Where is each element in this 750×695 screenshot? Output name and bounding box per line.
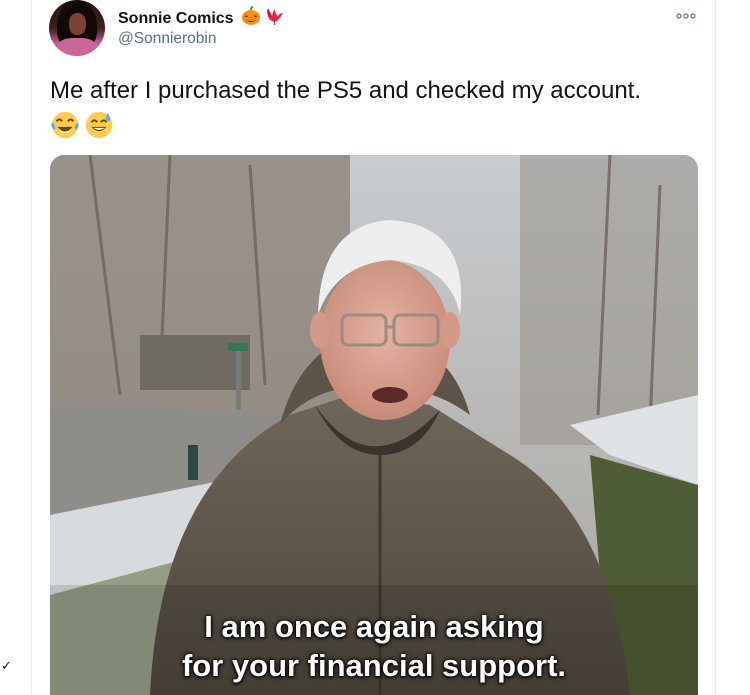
meme-caption-line-1: I am once again asking — [204, 609, 544, 644]
author-display-name[interactable]: Sonnie Comics — [118, 10, 234, 27]
maple-leaf-icon — [267, 8, 284, 25]
more-options-icon[interactable] — [676, 10, 696, 22]
jack-o-lantern-icon — [242, 6, 261, 25]
tweet-media-image[interactable]: I am once again asking for your financia… — [50, 155, 698, 695]
author-name[interactable]: Sonnie Comics — [118, 6, 286, 28]
grinning-face-with-sweat-icon — [85, 111, 113, 139]
avatar[interactable] — [49, 0, 105, 56]
face-with-tears-of-joy-icon — [51, 111, 79, 139]
meme-caption-line-2: for your financial support. — [181, 648, 567, 683]
checkmark-icon: ✓ — [1, 658, 12, 673]
tweet-page: ✓ Sonnie Comics @Sonnierobin Me after I … — [0, 0, 750, 695]
author-handle[interactable]: @Sonnierobin — [118, 30, 216, 48]
tweet-text: Me after I purchased the PS5 and checked… — [50, 77, 641, 104]
tweet-emoji-row — [50, 110, 118, 142]
